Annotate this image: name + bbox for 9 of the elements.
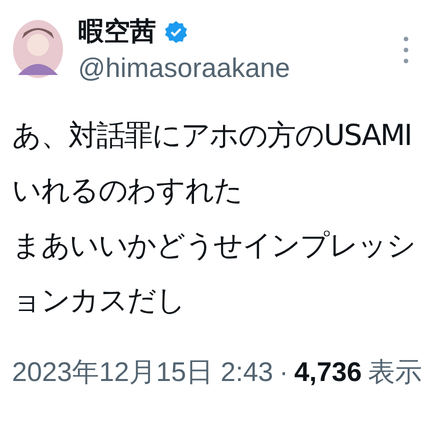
user-handle[interactable]: @himasoraakane [78, 53, 389, 84]
user-name[interactable]: 暇空茜 [78, 14, 156, 49]
tweet-text: あ、対話罪にアホの方のUSAMI いれるのわすれた まあいいかどうせインプレッシ ョンカスだし [12, 117, 416, 319]
separator-dot: · [279, 357, 288, 388]
views-label: 表示 [368, 356, 422, 389]
tweet-timestamp[interactable]: 2023年12月15日 2:43 [12, 354, 274, 390]
more-options-icon[interactable] [403, 36, 409, 64]
avatar-icon[interactable] [12, 19, 64, 79]
view-count: 4,736 [294, 357, 362, 388]
